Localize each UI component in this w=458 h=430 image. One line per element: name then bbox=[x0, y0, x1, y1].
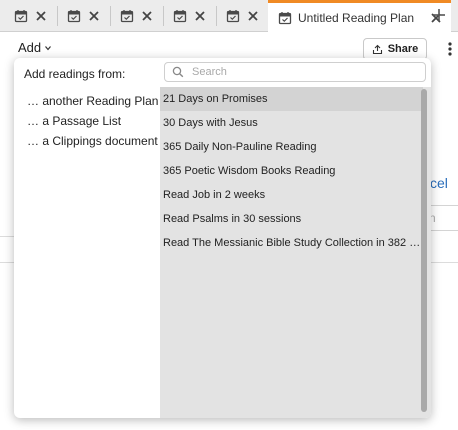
close-icon[interactable] bbox=[246, 9, 260, 23]
list-item[interactable]: Read Job in 2 weeks bbox=[160, 183, 423, 207]
search-input[interactable] bbox=[192, 66, 412, 78]
calendar-check-icon bbox=[120, 10, 134, 23]
divider bbox=[0, 236, 14, 237]
tab-separator bbox=[57, 6, 58, 26]
more-options-icon[interactable] bbox=[446, 40, 454, 58]
tab-reading-plan-5[interactable] bbox=[226, 0, 260, 32]
close-icon[interactable] bbox=[34, 9, 48, 23]
chevron-down-icon bbox=[45, 45, 52, 50]
add-label: Add bbox=[18, 40, 42, 55]
calendar-check-icon bbox=[67, 10, 81, 23]
source-reading-plan[interactable]: … another Reading Plan bbox=[27, 91, 158, 111]
search-box bbox=[164, 62, 426, 82]
list-item[interactable]: 30 Days with Jesus bbox=[160, 111, 423, 135]
tab-separator bbox=[110, 6, 111, 26]
share-label: Share bbox=[387, 43, 419, 55]
tab-reading-plan-4[interactable] bbox=[173, 0, 207, 32]
add-readings-popup: Add readings from: … another Reading Pla… bbox=[14, 58, 431, 418]
scrollbar[interactable] bbox=[421, 89, 427, 412]
source-list: … another Reading Plan … a Passage List … bbox=[27, 91, 158, 151]
share-button[interactable]: Share bbox=[363, 38, 427, 60]
calendar-check-icon bbox=[14, 10, 28, 23]
close-icon[interactable] bbox=[140, 9, 154, 23]
share-icon bbox=[372, 44, 382, 54]
source-passage-list[interactable]: … a Passage List bbox=[27, 111, 158, 131]
popup-header: Add readings from: bbox=[24, 67, 126, 81]
close-icon[interactable] bbox=[193, 9, 207, 23]
tab-bar: Untitled Reading Plan bbox=[0, 0, 458, 32]
tab-reading-plan-1[interactable] bbox=[14, 0, 48, 32]
list-item[interactable]: 21 Days on Promises bbox=[160, 87, 423, 111]
calendar-check-icon bbox=[173, 10, 187, 23]
source-clippings-document[interactable]: … a Clippings document bbox=[27, 131, 158, 151]
results-list: 21 Days on Promises 30 Days with Jesus 3… bbox=[160, 87, 431, 418]
tab-title: Untitled Reading Plan bbox=[298, 10, 415, 25]
tab-separator bbox=[216, 6, 217, 26]
list-item[interactable]: 365 Daily Non-Pauline Reading bbox=[160, 135, 423, 159]
tab-separator bbox=[163, 6, 164, 26]
cancel-link[interactable]: cel bbox=[430, 175, 448, 191]
close-icon[interactable] bbox=[87, 9, 101, 23]
calendar-check-icon bbox=[226, 10, 240, 23]
tab-reading-plan-3[interactable] bbox=[120, 0, 154, 32]
add-menu-button[interactable]: Add bbox=[18, 40, 52, 55]
search-icon bbox=[172, 66, 184, 78]
plus-icon[interactable] bbox=[430, 6, 448, 24]
list-item[interactable]: 365 Poetic Wisdom Books Reading bbox=[160, 159, 423, 183]
calendar-check-icon bbox=[278, 11, 292, 24]
tab-untitled-reading-plan[interactable]: Untitled Reading Plan bbox=[268, 0, 452, 32]
list-item[interactable]: Read Psalms in 30 sessions bbox=[160, 207, 423, 231]
tab-reading-plan-2[interactable] bbox=[67, 0, 101, 32]
list-item[interactable]: Read The Messianic Bible Study Collectio… bbox=[160, 231, 423, 255]
